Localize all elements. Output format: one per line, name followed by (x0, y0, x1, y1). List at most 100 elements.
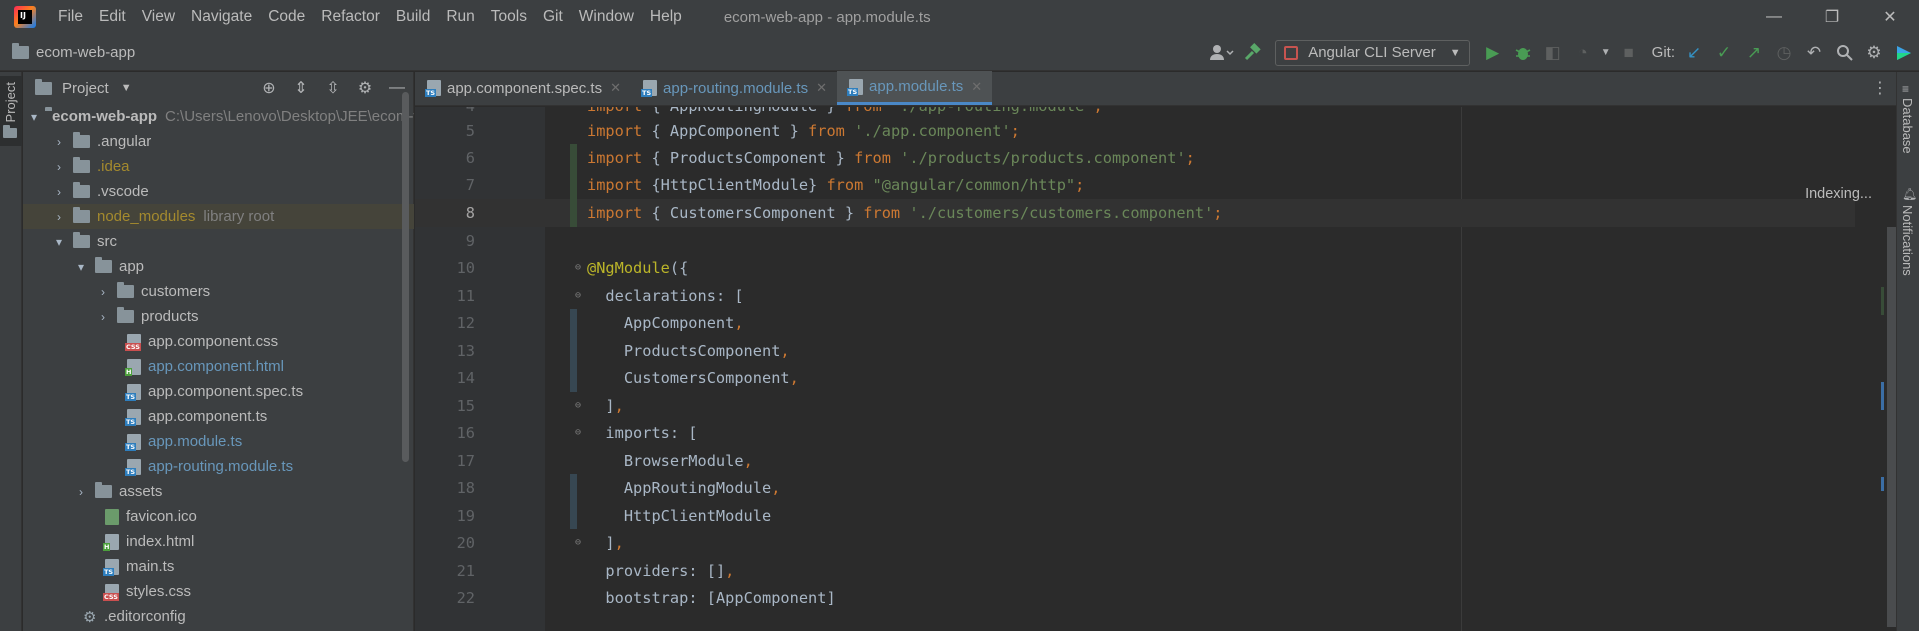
menu-code[interactable]: Code (266, 6, 307, 28)
tab-app-routing-module[interactable]: TS app-routing.module.ts ✕ (631, 71, 837, 105)
fold-icon[interactable]: ⊖ (575, 428, 585, 438)
build-hammer-icon[interactable] (1237, 38, 1267, 68)
tree-item-app-module[interactable]: TS app.module.ts (23, 429, 414, 454)
menu-help[interactable]: Help (648, 6, 684, 28)
fold-icon[interactable]: ⊖ (575, 538, 585, 548)
tree-item-app-component-html[interactable]: H app.component.html (23, 354, 414, 379)
expand-arrow-icon[interactable]: › (53, 210, 65, 224)
more-run-chevron-icon[interactable]: ▼ (1598, 38, 1614, 68)
expand-arrow-icon[interactable]: › (53, 160, 65, 174)
expand-arrow-icon[interactable]: › (75, 485, 87, 499)
tree-item-favicon[interactable]: favicon.ico (23, 504, 414, 529)
expand-all-icon[interactable]: ⇕ (285, 73, 317, 103)
close-tab-icon[interactable]: ✕ (610, 80, 621, 96)
tree-item-node-modules[interactable]: › node_modules library root (23, 204, 414, 229)
view-mode-chevron-down-icon[interactable]: ▼ (121, 82, 132, 94)
breadcrumb[interactable]: ecom-web-app (12, 42, 135, 61)
tree-item-app-component-ts[interactable]: TS app.component.ts (23, 404, 414, 429)
code-text: AppComponent, (587, 313, 744, 332)
project-scrollbar[interactable] (402, 92, 409, 462)
expand-arrow-icon[interactable]: ▾ (75, 260, 87, 274)
tree-item-editorconfig[interactable]: ⚙ .editorconfig (23, 604, 414, 629)
run-coverage-icon[interactable]: ◧ (1538, 38, 1568, 68)
project-tree[interactable]: ▾ ecom-web-app C:\Users\Lenovo\Desktop\J… (23, 104, 414, 631)
menu-window[interactable]: Window (577, 6, 636, 28)
vcs-added-marker[interactable] (570, 199, 577, 227)
tree-item-index-html[interactable]: H index.html (23, 529, 414, 554)
tree-item-label: ecom-web-app (52, 108, 158, 125)
minimize-button[interactable]: — (1745, 0, 1803, 34)
menu-file[interactable]: File (56, 6, 85, 28)
project-panel-title[interactable]: Project (62, 80, 109, 97)
database-tool-button[interactable]: ≡ Database (1899, 82, 1917, 172)
close-tab-icon[interactable]: ✕ (971, 79, 982, 95)
menu-build[interactable]: Build (394, 6, 432, 28)
tree-item-src[interactable]: ▾ src (23, 229, 414, 254)
tab-app-component-spec[interactable]: TS app.component.spec.ts ✕ (415, 71, 631, 105)
stop-icon[interactable]: ■ (1614, 38, 1644, 68)
tree-item-idea[interactable]: › .idea (23, 154, 414, 179)
code-editor[interactable]: 4 import { AppRoutingModule } from './ap… (415, 107, 1896, 631)
close-tab-icon[interactable]: ✕ (816, 80, 827, 96)
tree-item-app-component-spec[interactable]: TS app.component.spec.ts (23, 379, 414, 404)
git-commit-icon[interactable]: ✓ (1709, 38, 1739, 68)
expand-arrow-icon[interactable]: › (53, 135, 65, 149)
user-add-icon[interactable] (1207, 38, 1237, 68)
breadcrumb-project[interactable]: ecom-web-app (36, 44, 135, 61)
debug-icon[interactable] (1508, 38, 1538, 68)
menu-navigate[interactable]: Navigate (189, 6, 254, 28)
restore-button[interactable]: ❐ (1803, 0, 1861, 34)
notifications-tool-button[interactable]: 🔔︎ Notifications (1899, 187, 1917, 317)
tree-item-app[interactable]: ▾ app (23, 254, 414, 279)
tree-item-app-component-css[interactable]: CSS app.component.css (23, 329, 414, 354)
menu-tools[interactable]: Tools (489, 6, 529, 28)
fold-icon[interactable]: ⊖ (575, 291, 585, 301)
profile-icon[interactable]: ◔ (1568, 38, 1598, 68)
tree-item-root[interactable]: ▾ ecom-web-app C:\Users\Lenovo\Desktop\J… (23, 104, 414, 129)
code-text: @NgModule({ (587, 258, 689, 277)
rollback-icon[interactable]: ↶ (1799, 38, 1829, 68)
menu-edit[interactable]: Edit (97, 6, 128, 28)
tree-item-products[interactable]: › products (23, 304, 414, 329)
expand-arrow-icon[interactable]: › (97, 310, 109, 324)
expand-arrow-icon[interactable]: ▾ (53, 235, 65, 249)
tab-app-module[interactable]: TS app.module.ts ✕ (837, 71, 993, 105)
tree-item-assets[interactable]: › assets (23, 479, 414, 504)
close-window-button[interactable]: ✕ (1861, 0, 1919, 34)
tree-item-angular[interactable]: › .angular (23, 129, 414, 154)
fold-icon[interactable]: ⊖ (575, 401, 585, 411)
locate-file-icon[interactable]: ⊕ (253, 73, 285, 103)
history-icon[interactable]: ◷ (1769, 38, 1799, 68)
run-configuration-select[interactable]: Angular CLI Server ▼ (1275, 39, 1470, 66)
tree-item-main-ts[interactable]: TS main.ts (23, 554, 414, 579)
settings-gear-icon[interactable]: ⚙ (1859, 38, 1889, 68)
added-lines-marker[interactable] (1881, 287, 1884, 315)
tree-item-app-routing[interactable]: TS app-routing.module.ts (23, 454, 414, 479)
run-icon[interactable]: ▶ (1478, 38, 1508, 68)
changed-lines-marker[interactable] (1881, 477, 1884, 491)
tree-item-label: .idea (97, 158, 130, 175)
expand-arrow-icon[interactable]: › (53, 185, 65, 199)
collapse-all-icon[interactable]: ⇳ (317, 73, 349, 103)
tree-item-vscode[interactable]: › .vscode (23, 179, 414, 204)
expand-arrow-icon[interactable]: ▾ (31, 110, 37, 124)
fold-icon[interactable]: ⊖ (575, 263, 585, 273)
intellij-logo-icon[interactable]: IJ (14, 6, 36, 28)
editor-scrollbar[interactable] (1887, 227, 1896, 627)
tab-options-icon[interactable]: ⋮ (1872, 78, 1888, 98)
git-push-icon[interactable]: ↗ (1739, 38, 1769, 68)
bell-icon: 🔔︎ (1902, 187, 1918, 201)
git-update-icon[interactable]: ↙ (1679, 38, 1709, 68)
panel-settings-gear-icon[interactable]: ⚙ (349, 73, 381, 103)
menu-run[interactable]: Run (444, 6, 476, 28)
project-tool-button[interactable]: Project (0, 76, 22, 146)
tree-item-styles-css[interactable]: CSS styles.css (23, 579, 414, 604)
search-icon[interactable] (1829, 38, 1859, 68)
menu-view[interactable]: View (140, 6, 177, 28)
jetbrains-toolbox-icon[interactable] (1889, 38, 1919, 68)
menu-refactor[interactable]: Refactor (319, 6, 382, 28)
changed-lines-marker[interactable] (1881, 382, 1884, 410)
menu-git[interactable]: Git (541, 6, 565, 28)
tree-item-customers[interactable]: › customers (23, 279, 414, 304)
expand-arrow-icon[interactable]: › (97, 285, 109, 299)
